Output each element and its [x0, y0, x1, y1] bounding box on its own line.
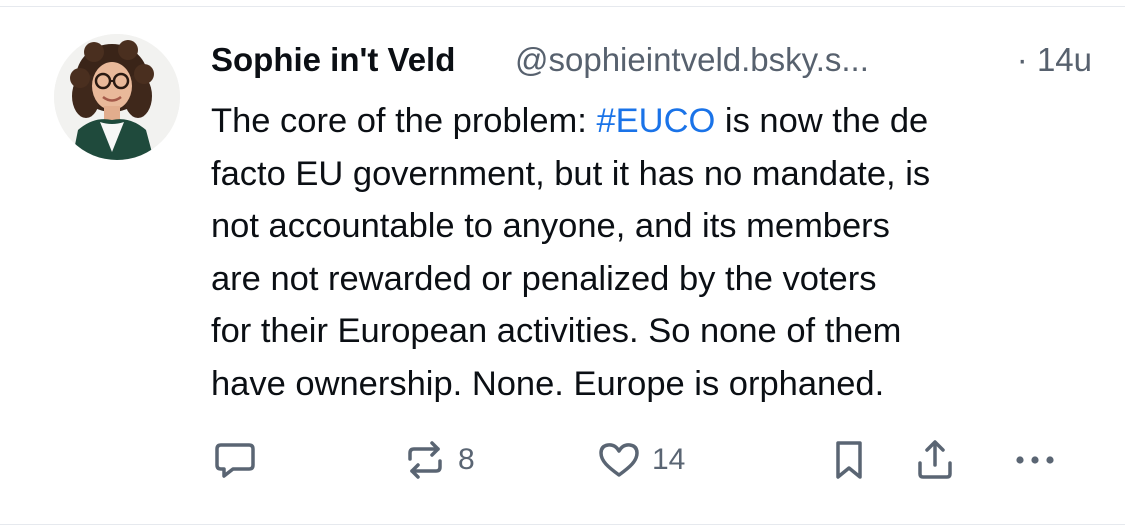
- like-button[interactable]: 14: [596, 432, 685, 488]
- avatar[interactable]: [54, 34, 180, 160]
- repost-button[interactable]: 8: [402, 432, 475, 488]
- like-count: 14: [652, 443, 686, 476]
- share-button[interactable]: [912, 432, 958, 488]
- repost-count: 8: [458, 443, 475, 476]
- profile-photo-icon: [54, 34, 180, 160]
- post-text: The core of the problem: #EUCO is now th…: [211, 95, 1091, 410]
- author-handle[interactable]: @sophieintveld.bsky.s...: [515, 36, 869, 84]
- post[interactable]: Sophie in't Veld @sophieintveld.bsky.s..…: [0, 0, 1125, 530]
- author-name[interactable]: Sophie in't Veld: [211, 36, 455, 84]
- bookmark-icon: [836, 441, 862, 479]
- reply-button[interactable]: [212, 432, 258, 488]
- more-icon: [1016, 456, 1054, 464]
- post-text-line: facto EU government, but it has no manda…: [211, 154, 931, 193]
- post-actions: 8 14: [0, 432, 1125, 488]
- post-text-line: not accountable to anyone, and its membe…: [211, 207, 890, 245]
- post-timestamp[interactable]: · 14u: [1017, 36, 1092, 84]
- post-header: Sophie in't Veld @sophieintveld.bsky.s..…: [211, 36, 1092, 84]
- post-text-line: are not rewarded or penalized by the vot…: [211, 259, 877, 298]
- more-options-button[interactable]: [1012, 432, 1058, 488]
- reply-icon: [215, 443, 255, 478]
- post-text-line: for their European activities. So none o…: [211, 312, 902, 350]
- bookmark-button[interactable]: [826, 432, 872, 488]
- repost-icon: [408, 441, 442, 479]
- hashtag-link[interactable]: #EUCO: [596, 102, 715, 140]
- bottom-divider: [0, 524, 1125, 525]
- post-text-line: have ownership. None. Europe is orphaned…: [211, 364, 885, 403]
- post-text-line: The core of the problem: #EUCO is now th…: [211, 102, 929, 140]
- heart-icon: [599, 443, 639, 477]
- share-icon: [918, 440, 952, 479]
